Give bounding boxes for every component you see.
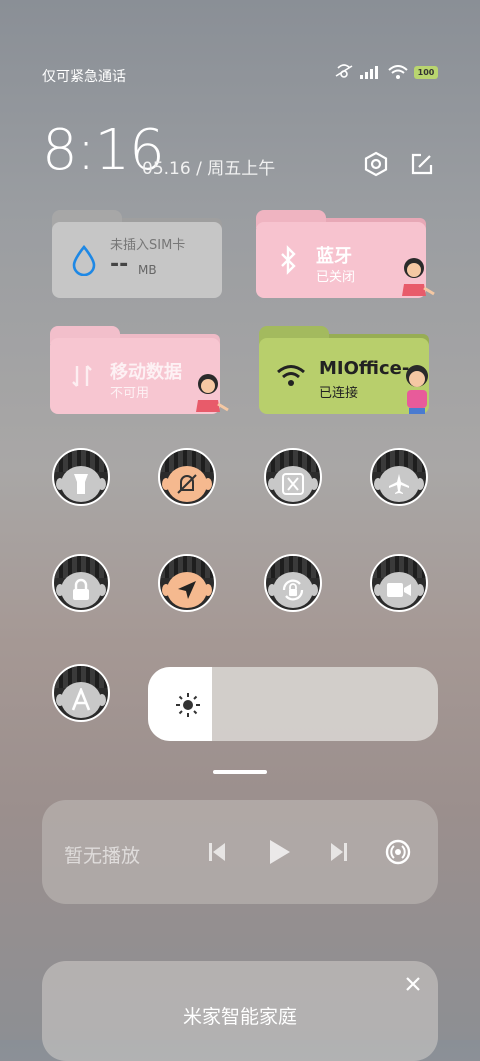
toggle-face [167, 572, 207, 608]
location-arrow-icon [178, 581, 196, 599]
drag-handle[interactable] [213, 770, 267, 774]
toggle-face [273, 466, 313, 502]
edit-button[interactable] [406, 148, 438, 180]
signal-icon [360, 66, 378, 79]
data-arrows-icon [72, 365, 92, 387]
media-status: 暂无播放 [64, 845, 141, 867]
toggle-face [379, 572, 419, 608]
toggle-face [379, 466, 419, 502]
clock-date: 05.16 / 周五上午 [142, 159, 276, 179]
sim-title: 未插入SIM卡 [110, 238, 186, 253]
airplane-toggle[interactable] [370, 448, 428, 506]
play-button[interactable] [266, 838, 292, 866]
sim-unit: MB [138, 263, 157, 277]
rotate-lock-icon [282, 579, 304, 601]
letter-a-icon [71, 688, 91, 711]
auto-rotate-toggle[interactable] [264, 554, 322, 612]
toggle-face [61, 466, 101, 502]
mobile-data-status: 不可用 [110, 386, 150, 401]
bell-off-icon [177, 474, 197, 494]
brightness-slider[interactable] [148, 667, 438, 741]
sun-icon [176, 693, 200, 717]
lock-icon [73, 578, 89, 600]
wifi-status-icon [388, 65, 408, 79]
close-icon[interactable] [404, 975, 422, 993]
screen-record-toggle[interactable] [370, 554, 428, 612]
toggle-face [167, 466, 207, 502]
status-icons: 100 [334, 64, 438, 80]
toggle-face [61, 682, 101, 718]
location-toggle[interactable] [158, 554, 216, 612]
cast-icon[interactable] [384, 838, 412, 866]
smart-home-title: 米家智能家庭 [182, 1006, 297, 1028]
lock-toggle[interactable] [52, 554, 110, 612]
bluetooth-title: 蓝牙 [316, 246, 352, 267]
smart-home-card[interactable]: 米家智能家庭 [42, 961, 438, 1061]
toggle-face [273, 572, 313, 608]
edit-icon [411, 153, 433, 175]
media-player[interactable]: 暂无播放 [42, 800, 438, 904]
mobile-data-tile[interactable]: 移动数据 不可用 [50, 326, 229, 414]
settings-button[interactable] [360, 148, 392, 180]
next-button[interactable] [328, 840, 350, 864]
wifi-title: MIOffice- [319, 358, 410, 379]
bluetooth-tile[interactable]: 蓝牙 已关闭 [256, 210, 435, 298]
airplane-icon [389, 474, 409, 494]
previous-button[interactable] [206, 840, 228, 864]
status-carrier: 仅可紧急通话 [42, 69, 126, 85]
battery-icon: 100 [414, 65, 438, 79]
girl-sticker-icon [402, 258, 435, 296]
vibrate-icon [335, 64, 353, 78]
screenshot-toggle[interactable] [264, 448, 322, 506]
wifi-status: 已连接 [319, 386, 359, 401]
wifi-tile[interactable]: MIOffice- 已连接 [259, 326, 429, 414]
toggle-face [61, 572, 101, 608]
settings-hex-icon [364, 151, 388, 177]
mobile-data-title: 移动数据 [110, 362, 182, 383]
girl-sticker-icon [406, 365, 428, 414]
sim-data-tile[interactable]: 未插入SIM卡 -- MB [52, 210, 222, 298]
girl-sticker-icon [196, 374, 229, 412]
video-camera-icon [387, 583, 411, 597]
water-drop-icon [72, 244, 96, 276]
scissors-icon [282, 473, 304, 495]
bluetooth-status: 已关闭 [316, 270, 356, 285]
flashlight-toggle[interactable] [52, 448, 110, 506]
flashlight-icon [74, 474, 88, 494]
mute-toggle[interactable] [158, 448, 216, 506]
sim-value: -- [110, 252, 129, 277]
wifi-icon [277, 365, 305, 386]
auto-brightness-toggle[interactable] [52, 664, 110, 722]
bluetooth-icon [281, 245, 296, 275]
